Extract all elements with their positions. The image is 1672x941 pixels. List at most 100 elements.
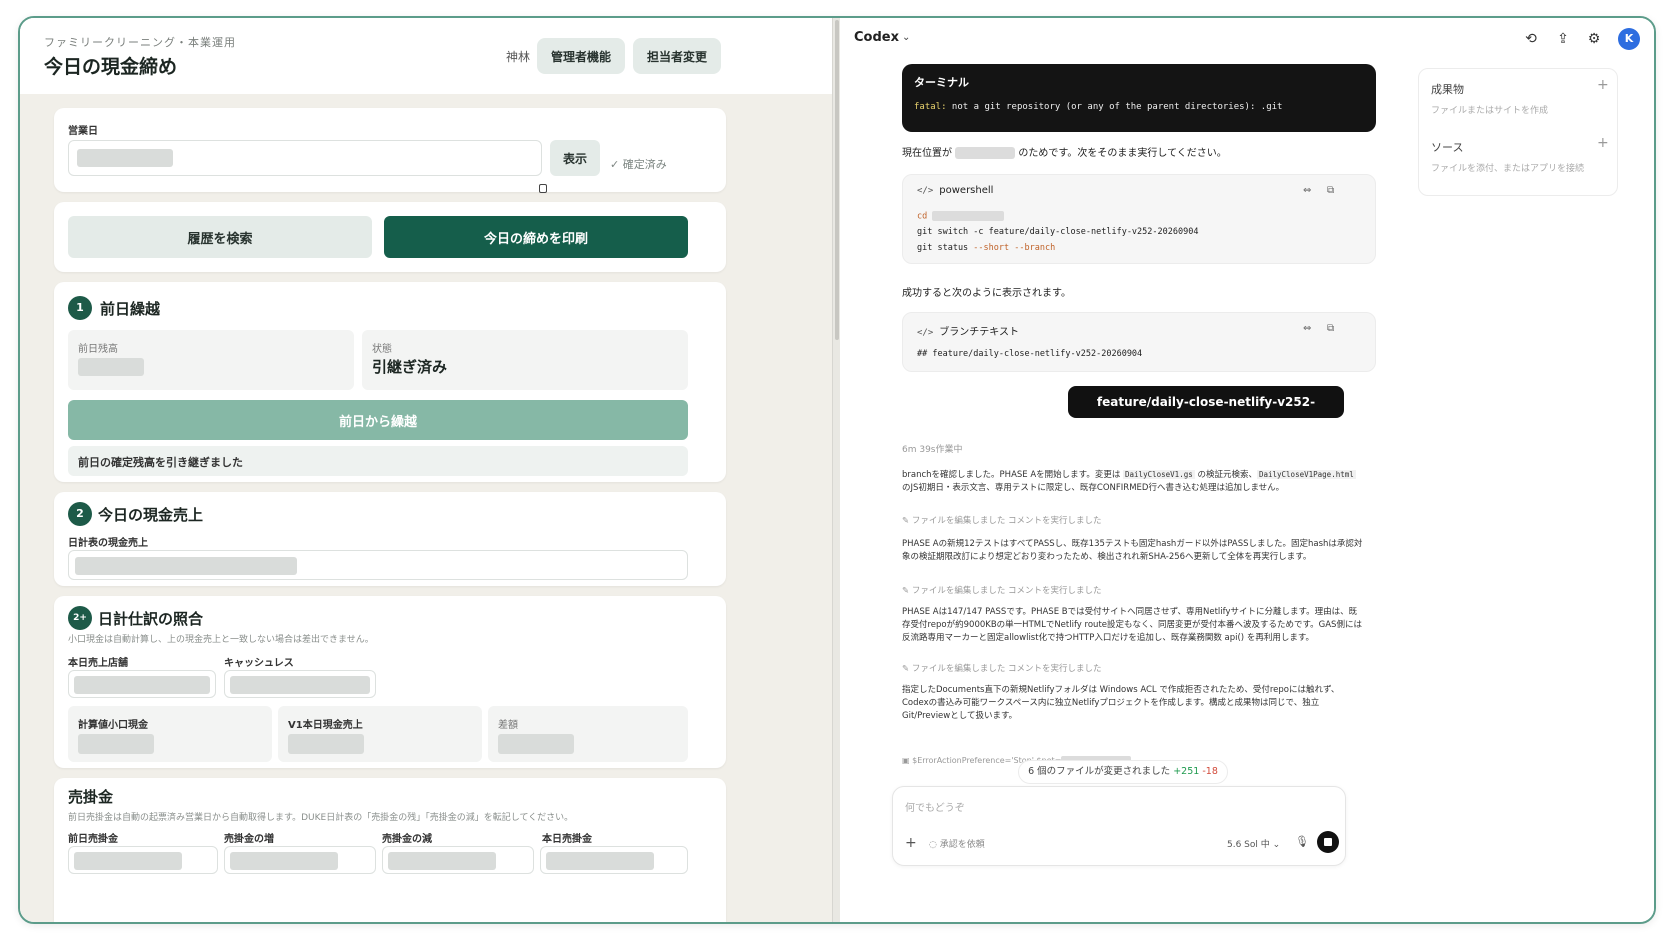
error-text: not a git repository (or any of the pare… — [946, 102, 1283, 112]
app-subtitle: ファミリークリーニング・本業運用 — [44, 36, 236, 49]
assistant-message: 成功すると次のように表示されます。 — [902, 288, 1071, 299]
section-title: 前日繰越 — [100, 300, 161, 318]
redacted-value — [498, 734, 574, 754]
text: branchを確認しました。PHASE Aを開始します。変更は — [902, 470, 1124, 480]
stop-icon — [1324, 838, 1332, 846]
chevron-down-icon[interactable]: ⌄ — [902, 32, 910, 43]
activity-text: ファイルを編集しました コメントを実行しました — [911, 664, 1102, 674]
side-panel: 成果物 + ファイルまたはサイトを作成 ソース + ファイルを添付、またはアプリ… — [1418, 68, 1618, 196]
wrap-icon[interactable]: ⇔ — [1303, 185, 1311, 196]
code-line: git status --short --branch — [917, 243, 1055, 253]
add-source-icon[interactable]: + — [1597, 135, 1609, 151]
status-field: 状態 引継ぎ済み — [362, 330, 688, 390]
cashless-label: キャッシュレス — [224, 658, 294, 669]
section-carryover: 1 前日繰越 前日残高 状態 引継ぎ済み 前日から繰越 前日の確定残高を引き継ぎ… — [54, 282, 726, 482]
avatar[interactable]: K — [1618, 28, 1640, 50]
codex-title[interactable]: Codex — [854, 30, 899, 45]
wrap-icon[interactable]: ⇔ — [1303, 323, 1311, 334]
microphone-icon[interactable]: 🎙 — [1295, 835, 1309, 848]
message-text: 現在位置が — [902, 148, 952, 159]
redacted-path — [932, 211, 1005, 221]
lines-added: +251 — [1173, 766, 1200, 777]
receivable-decrease-input[interactable] — [382, 846, 534, 874]
copy-icon[interactable]: ⧉ — [1327, 185, 1334, 196]
history-icon[interactable]: ⟲ — [1522, 30, 1540, 48]
status-value: 引継ぎ済み — [372, 358, 448, 376]
add-artifact-icon[interactable]: + — [1597, 77, 1609, 93]
gear-icon[interactable]: ⚙ — [1585, 30, 1603, 48]
section-receivables: 売掛金 前日売掛金は自動の起票済み営業日から自動取得します。DUKE日計表の「売… — [54, 778, 726, 922]
redacted-path — [955, 147, 1016, 159]
v1-cash-label: V1本日現金売上 — [288, 720, 363, 731]
composer[interactable]: 何でもどうぞ + ◌ 承認を依頼 5.6 Sol 中 ⌄ 🎙 — [892, 786, 1346, 866]
terminal-output: fatal: not a git repository (or any of t… — [914, 102, 1282, 112]
redacted-value — [288, 734, 364, 754]
files-changed-pill[interactable]: 6 個のファイルが変更されました +251 -18 — [1018, 760, 1228, 784]
receivable-increase-input[interactable] — [224, 846, 376, 874]
section-title: 日計仕訳の照合 — [98, 610, 204, 628]
assistant-message: 現在位置が のためです。次をそのまま実行してください。 — [902, 144, 1227, 159]
app-window: ファミリークリーニング・本業運用 今日の現金締め 神林 管理者機能 担当者変更 … — [18, 16, 1656, 924]
change-staff-button[interactable]: 担当者変更 — [633, 38, 721, 74]
calendar-icon[interactable] — [539, 184, 547, 193]
section-cash-sales: 2 今日の現金売上 日計表の現金売上 — [54, 492, 726, 586]
lines-removed: -18 — [1202, 766, 1218, 777]
code-line: ## feature/daily-close-netlify-v252-2026… — [917, 349, 1143, 359]
activity-line[interactable]: ✎ ファイルを編集しました コメントを実行しました — [902, 584, 1102, 596]
code-token: cd — [917, 211, 928, 222]
app-header: ファミリークリーニング・本業運用 今日の現金締め 神林 管理者機能 担当者変更 — [20, 18, 832, 94]
activity-line[interactable]: ✎ ファイルを編集しました コメントを実行しました — [902, 662, 1102, 674]
user-message: feature/daily-close-netlify-v252-2026090… — [1068, 386, 1344, 441]
inline-code: DailyCloseV1Page.html — [1256, 470, 1356, 479]
assistant-paragraph: branchを確認しました。PHASE Aを開始します。変更は DailyClo… — [902, 468, 1364, 495]
redacted-value — [78, 358, 144, 376]
section-note: 小口現金は自動計算し、上の現金売上と一致しない場合は差出できません。 — [68, 635, 374, 645]
store-sales-input[interactable] — [68, 670, 216, 698]
code-token: git status — [917, 243, 969, 253]
search-history-button[interactable]: 履歴を検索 — [68, 216, 372, 258]
code-icon: </> — [917, 186, 934, 196]
redacted-value — [388, 852, 496, 870]
code-token: --short --branch — [968, 243, 1056, 253]
share-icon[interactable]: ⇪ — [1554, 30, 1572, 48]
redacted-value — [546, 852, 654, 870]
print-close-button[interactable]: 今日の締めを印刷 — [384, 216, 688, 258]
cashless-input[interactable] — [224, 670, 376, 698]
business-day-input[interactable] — [68, 140, 547, 193]
admin-button[interactable]: 管理者機能 — [537, 38, 625, 74]
stop-button[interactable] — [1317, 831, 1339, 853]
confirmed-status: ✓ 確定済み — [610, 158, 667, 171]
calc-petty-label: 計算値小口現金 — [78, 720, 148, 731]
current-user: 神林 — [506, 50, 531, 64]
calc-petty-field: 計算値小口現金 — [68, 706, 272, 762]
scrollbar-thumb[interactable] — [835, 20, 839, 340]
redacted-value — [74, 852, 182, 870]
section-title: 今日の現金売上 — [98, 506, 204, 524]
show-button[interactable]: 表示 — [550, 140, 600, 176]
prev-balance-label: 前日残高 — [78, 344, 118, 355]
redacted-value — [78, 734, 154, 754]
add-icon[interactable]: + — [905, 835, 917, 851]
files-changed-text: 6 個のファイルが変更されました — [1028, 766, 1171, 777]
model-selector[interactable]: 5.6 Sol 中 ⌄ — [1227, 837, 1280, 850]
today-receivable-input[interactable] — [540, 846, 688, 874]
carry-over-button[interactable]: 前日から繰越 — [68, 400, 688, 440]
code-icon: </> — [917, 328, 934, 338]
text: の検証元検索、 — [1194, 470, 1257, 480]
terminal-label: ターミナル — [914, 76, 969, 89]
copy-icon[interactable]: ⧉ — [1327, 323, 1334, 334]
section-number: 2+ — [68, 606, 92, 630]
business-day-label: 営業日 — [68, 126, 98, 137]
prev-receivable-input[interactable] — [68, 846, 218, 874]
section-number: 1 — [68, 296, 92, 320]
approval-toggle[interactable]: ◌ 承認を依頼 — [929, 837, 985, 850]
prev-balance-field: 前日残高 — [68, 330, 354, 390]
pane-divider[interactable] — [832, 18, 840, 922]
text: のJS初期日・表示文言、専用テストに限定し、既存CONFIRMED行へ書き込む処… — [902, 483, 1285, 493]
status-label: 状態 — [372, 344, 392, 355]
v1-cash-field: V1本日現金売上 — [278, 706, 482, 762]
section-title: 売掛金 — [68, 788, 114, 806]
composer-input[interactable]: 何でもどうぞ — [905, 799, 965, 814]
activity-line[interactable]: ✎ ファイルを編集しました コメントを実行しました — [902, 514, 1102, 526]
cash-sales-input[interactable] — [68, 550, 688, 580]
